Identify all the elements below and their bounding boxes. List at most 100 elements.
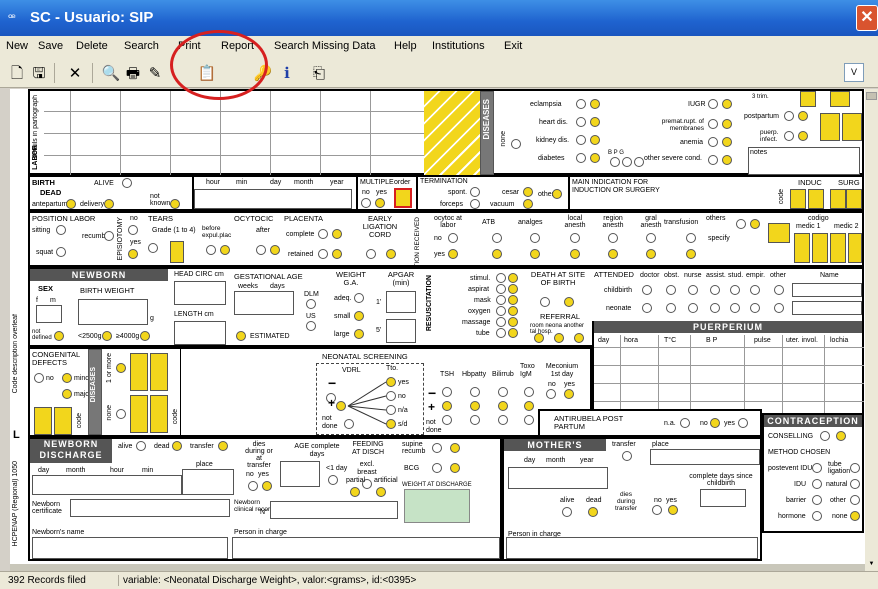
med-analges-yes[interactable] [530,249,540,259]
med-local-yes[interactable] [570,249,580,259]
delivery-radio[interactable] [104,199,114,209]
medic1-box-1[interactable] [794,233,810,263]
heart-yes[interactable] [590,117,600,127]
nbd-dies-no[interactable] [248,481,258,491]
bilirub-not-done[interactable] [498,415,508,425]
att-neonate-other[interactable] [774,303,784,313]
att-childbirth-empir[interactable] [750,285,760,295]
tsh-plus[interactable] [442,401,452,411]
iugr-no[interactable] [708,99,718,109]
medic2-box-1[interactable] [830,233,846,263]
termination-other-radio[interactable] [552,189,562,199]
att-childbirth-obst[interactable] [666,285,676,295]
ocy-before-no[interactable] [206,245,216,255]
bcg-yes[interactable] [450,463,460,473]
vertical-scrollbar[interactable]: ▼ [865,89,878,571]
md-date-field[interactable] [508,467,608,489]
toxo-plus[interactable] [524,401,534,411]
md-dies-no[interactable] [652,505,662,515]
episiotomy-yes[interactable] [128,249,138,259]
induc-box-2[interactable] [808,189,824,209]
length-field[interactable] [174,321,226,345]
cesar-radio[interactable] [523,187,533,197]
method-tube[interactable] [850,463,860,473]
apgar-1-field[interactable] [386,291,416,313]
menu-search-missing[interactable]: Search Missing Data [274,40,376,52]
surg-box-1[interactable] [830,189,846,209]
congenital-no[interactable] [34,373,44,383]
att-childbirth-nurse[interactable] [688,285,698,295]
md-place-field[interactable] [650,449,760,465]
ocy-before-yes[interactable] [220,245,230,255]
hbpatty-minus[interactable] [470,387,480,397]
diabetes-no[interactable] [576,153,586,163]
nb-diseases-none[interactable] [116,409,126,419]
med-ocytoc-no[interactable] [448,233,458,243]
birth-datetime-field[interactable] [194,189,352,209]
att-neonate-assist[interactable] [710,303,720,313]
forceps-radio[interactable] [470,199,480,209]
placenta-retained-no[interactable] [318,249,328,259]
menu-institutions[interactable]: Institutions [432,40,485,52]
sitting-radio[interactable] [56,225,66,235]
postpartum-yes[interactable] [798,111,808,121]
ocy-after-no[interactable] [256,245,266,255]
toxo-not-done[interactable] [524,415,534,425]
tears-no[interactable] [148,243,158,253]
med-gral-no[interactable] [646,233,656,243]
puerp-yes[interactable] [798,131,808,141]
induc-box-1[interactable] [790,189,806,209]
nb-certificate-field[interactable] [70,499,230,517]
nb-disease-code-3[interactable] [130,395,148,433]
feeding-partial[interactable] [350,487,360,497]
vdrl-plus[interactable] [336,401,346,411]
squat-radio[interactable] [56,247,66,257]
antirubela-no[interactable] [710,418,720,428]
med-transfusion-yes[interactable] [686,249,696,259]
tsh-not-done[interactable] [442,415,452,425]
nb-name-field[interactable] [32,537,228,559]
save-disk-icon[interactable]: 🖫 [28,62,50,84]
menu-delete[interactable]: Delete [76,40,108,52]
med-local-no[interactable] [570,233,580,243]
puerp-code-box[interactable] [820,113,840,141]
referral-hosp[interactable] [574,333,584,343]
bilirub-plus[interactable] [498,401,508,411]
premat-yes[interactable] [722,119,732,129]
nbd-alive[interactable] [136,441,146,451]
multiple-no[interactable] [361,198,371,208]
menu-save[interactable]: Save [38,40,63,52]
att-neonate-stud[interactable] [730,303,740,313]
hbpatty-not-done[interactable] [470,415,480,425]
nbd-dead[interactable] [172,441,182,451]
lt2500-radio[interactable] [102,331,112,341]
horizontal-scrollbar[interactable] [10,564,865,571]
att-childbirth-other[interactable] [774,285,784,295]
resus-massage-yes[interactable] [508,317,518,327]
printer-icon[interactable]: 🖶 [122,62,144,84]
resus-oxygen-no[interactable] [496,306,506,316]
spont-radio[interactable] [470,187,480,197]
resus-aspirat-no[interactable] [496,284,506,294]
dlm-radio[interactable] [306,299,316,309]
md-dies-yes[interactable] [668,505,678,515]
antirubela-yes[interactable] [738,418,748,428]
sex-box[interactable] [36,305,62,323]
sex-not-defined[interactable] [54,331,64,341]
report-icon[interactable]: ✎ [144,62,166,84]
antirubela-na[interactable] [680,418,690,428]
congenital-code-box-2[interactable] [54,407,72,435]
others-yes[interactable] [750,219,760,229]
weight-adeq[interactable] [354,293,364,303]
close-icon[interactable]: ✕ [856,5,878,31]
nb-person-field[interactable] [232,537,500,559]
att-neonate-doctor[interactable] [642,303,652,313]
supine-yes[interactable] [450,443,460,453]
method-barrier[interactable] [812,495,822,505]
meconium-no[interactable] [546,389,556,399]
weight-large[interactable] [354,329,364,339]
death-yes[interactable] [564,297,574,307]
medic1-box-2[interactable] [812,233,828,263]
med-analges-no[interactable] [530,233,540,243]
kidney-yes[interactable] [590,135,600,145]
